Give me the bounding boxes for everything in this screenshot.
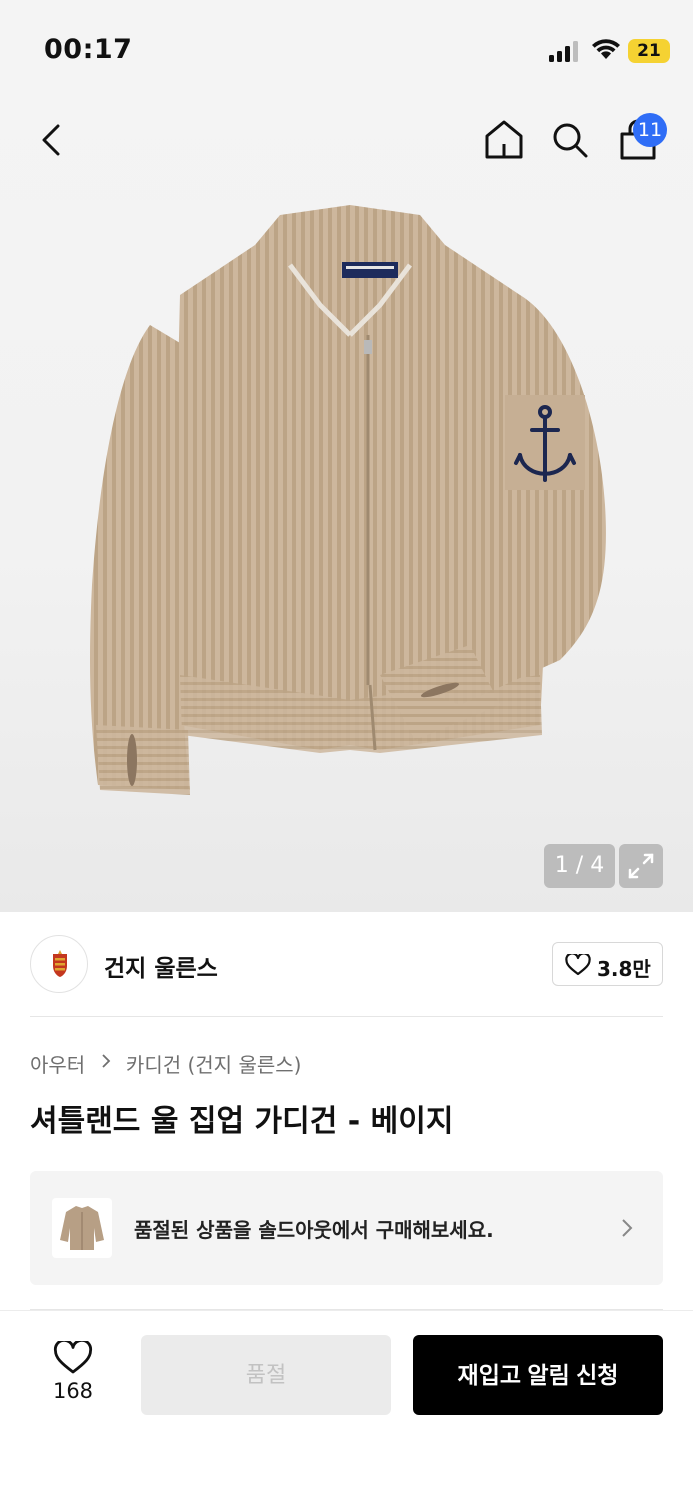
- heart-icon: [53, 1341, 93, 1374]
- brand-crest-icon: [53, 950, 67, 977]
- bottom-action-bar: 168 품절 재입고 알림 신청: [0, 1310, 693, 1500]
- battery-indicator: 21: [628, 39, 670, 63]
- image-counter: 1 / 4: [544, 844, 615, 888]
- back-icon[interactable]: [36, 118, 68, 162]
- wishlist-button[interactable]: 168: [40, 1335, 106, 1405]
- wifi-icon: [592, 39, 620, 59]
- product-image[interactable]: [80, 205, 620, 805]
- breadcrumb: 아우터 카디건 (건지 울른스): [30, 1049, 301, 1079]
- top-nav: [0, 100, 693, 182]
- product-gallery[interactable]: 00:17 21 11 1 / 4: [0, 0, 693, 912]
- brand-like-button[interactable]: 3.8만: [552, 942, 663, 986]
- soldout-banner[interactable]: 품절된 상품을 솔드아웃에서 구매해보세요.: [30, 1171, 663, 1285]
- chevron-right-icon: [622, 1219, 633, 1237]
- heart-icon: [565, 954, 591, 976]
- soldout-button: 품절: [141, 1335, 391, 1415]
- search-icon[interactable]: [550, 118, 590, 162]
- brand-name[interactable]: 건지 울른스: [104, 949, 218, 983]
- chevron-right-icon: [101, 1054, 110, 1068]
- cart-count-badge: 11: [633, 113, 667, 147]
- restock-alert-button[interactable]: 재입고 알림 신청: [413, 1335, 663, 1415]
- home-icon[interactable]: [484, 118, 524, 162]
- brand-row[interactable]: 건지 울른스 3.8만: [30, 935, 663, 995]
- soldout-thumbnail: [52, 1198, 112, 1258]
- battery-level: 21: [637, 41, 661, 61]
- wishlist-count: 168: [52, 1379, 94, 1403]
- expand-icon[interactable]: [619, 844, 663, 888]
- divider: [30, 1016, 663, 1017]
- product-title: 셔틀랜드 울 집업 가디건 - 베이지: [30, 1104, 454, 1139]
- status-bar: 00:17 21: [0, 0, 693, 100]
- breadcrumb-subcategory[interactable]: 카디건 (건지 울른스): [126, 1049, 302, 1078]
- signal-icon: [549, 41, 578, 62]
- breadcrumb-category[interactable]: 아우터: [30, 1049, 85, 1078]
- status-time: 00:17: [44, 34, 133, 65]
- soldout-banner-text: 품절된 상품을 솔드아웃에서 구매해보세요.: [134, 1218, 494, 1242]
- brand-like-count: 3.8만: [597, 957, 651, 981]
- brand-logo[interactable]: [30, 935, 88, 993]
